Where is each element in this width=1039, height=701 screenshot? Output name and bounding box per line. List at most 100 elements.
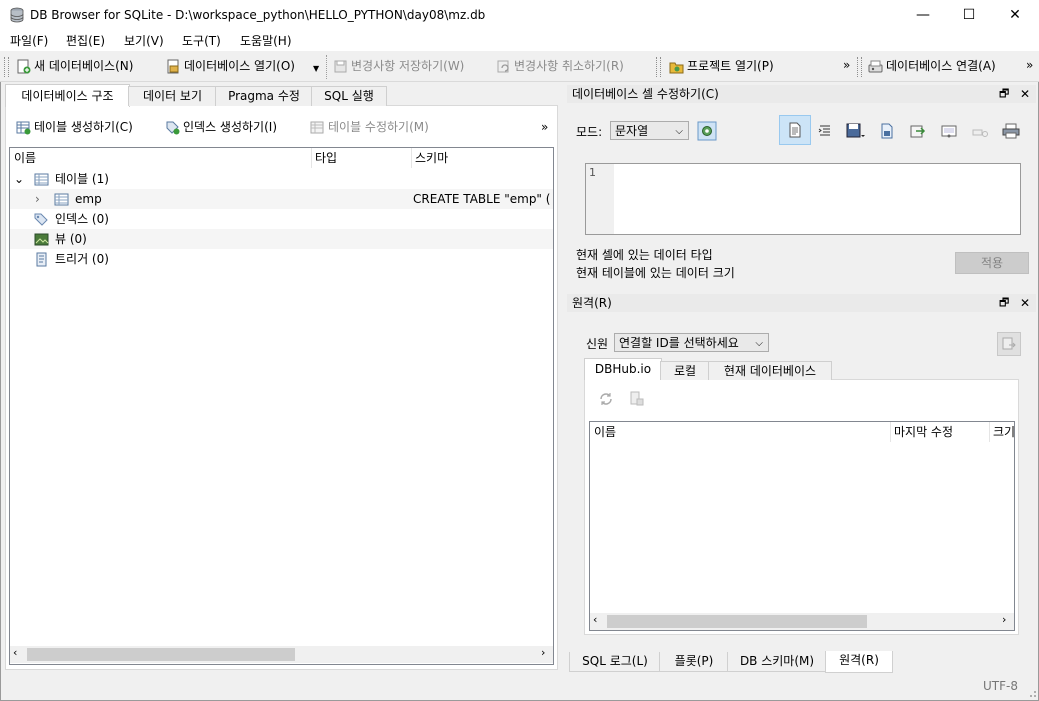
tab-browse-data[interactable]: 데이터 보기 xyxy=(128,86,217,106)
scrollbar-thumb[interactable] xyxy=(27,648,295,661)
apply-button[interactable]: 적용 xyxy=(955,252,1029,274)
open-database-label: 데이터베이스 열기(O) xyxy=(184,59,295,73)
mode-select-value: 문자열 xyxy=(615,124,649,138)
tree-row-indices[interactable]: 인덱스 (0) xyxy=(10,209,553,229)
menu-help[interactable]: 도움말(H) xyxy=(232,32,300,50)
tree-row-views[interactable]: 뷰 (0) xyxy=(10,229,553,249)
expand-arrow-icon[interactable]: › xyxy=(35,189,40,209)
modify-table-icon xyxy=(310,121,324,133)
image-icon xyxy=(941,125,957,138)
column-header-size[interactable]: 크기 xyxy=(989,422,1014,442)
structure-toolbar-overflow[interactable]: » xyxy=(541,120,548,134)
scrollbar-thumb[interactable] xyxy=(607,615,867,628)
import-button[interactable] xyxy=(845,120,867,142)
tree-label-indices: 인덱스 (0) xyxy=(55,212,109,226)
column-header-last-modified[interactable]: 마지막 수정 xyxy=(890,422,990,442)
clear-button[interactable] xyxy=(969,120,991,142)
tree-label-tables: 테이블 (1) xyxy=(55,172,109,186)
close-dock-icon[interactable]: ✕ xyxy=(1020,85,1030,103)
tables-icon xyxy=(34,173,49,186)
tab-local[interactable]: 로컬 xyxy=(660,361,710,380)
create-index-label: 인덱스 생성하기(I) xyxy=(183,120,277,134)
open-project-button[interactable]: 프로젝트 열기(P) xyxy=(669,56,774,76)
create-table-label: 테이블 생성하기(C) xyxy=(34,120,133,134)
identity-select[interactable]: 연결할 ID를 선택하세요 ⌵ xyxy=(614,333,769,352)
collapse-arrow-icon[interactable]: ⌄ xyxy=(14,169,24,189)
open-project-label: 프로젝트 열기(P) xyxy=(687,59,774,73)
tab-current-database[interactable]: 현재 데이터베이스 xyxy=(708,361,832,380)
scroll-right-icon[interactable]: › xyxy=(1002,613,1006,626)
column-header-type[interactable]: 타입 xyxy=(311,148,412,168)
toolbar-grip[interactable] xyxy=(656,57,661,77)
menu-view[interactable]: 보기(V) xyxy=(116,32,172,50)
horizontal-scrollbar[interactable]: ‹ › xyxy=(10,646,553,663)
open-file-button[interactable] xyxy=(876,120,898,142)
menu-tools[interactable]: 도구(T) xyxy=(174,32,229,50)
tab-remote[interactable]: 원격(R) xyxy=(825,651,893,673)
database-app-icon xyxy=(10,7,24,23)
set-null-button[interactable] xyxy=(938,120,960,142)
tab-db-schema[interactable]: DB 스키마(M) xyxy=(727,652,827,672)
float-dock-icon[interactable]: 🗗 xyxy=(999,294,1009,312)
scroll-left-icon[interactable]: ‹ xyxy=(593,613,597,626)
open-database-button[interactable]: 데이터베이스 열기(O) xyxy=(166,56,295,76)
word-wrap-button[interactable] xyxy=(779,115,811,145)
refresh-icon[interactable] xyxy=(597,390,615,408)
close-dock-icon[interactable]: ✕ xyxy=(1020,294,1030,312)
tab-edit-pragmas[interactable]: Pragma 수정 xyxy=(215,86,313,106)
title-bar: DB Browser for SQLite - D:\workspace_pyt… xyxy=(0,0,1039,31)
remote-file-list[interactable]: 이름 마지막 수정 크기 ‹ › xyxy=(589,421,1015,631)
cell-editor[interactable]: 1 xyxy=(585,163,1021,235)
column-header-name[interactable]: 이름 xyxy=(10,148,312,168)
mode-select[interactable]: 문자열 ⌵ xyxy=(610,121,689,140)
toolbar-grip[interactable] xyxy=(4,57,9,77)
menu-file[interactable]: 파일(F) xyxy=(2,32,56,50)
tab-sql-log[interactable]: SQL 로그(L) xyxy=(569,652,661,672)
toolbar-separator xyxy=(326,55,328,79)
resize-grip-icon[interactable] xyxy=(1025,686,1037,698)
tab-dbhub[interactable]: DBHub.io xyxy=(584,358,662,380)
modify-table-button[interactable]: 테이블 수정하기(M) xyxy=(310,117,429,137)
revert-changes-button[interactable]: 변경사항 취소하기(R) xyxy=(496,56,624,76)
column-header-name[interactable]: 이름 xyxy=(590,422,891,442)
export-button[interactable] xyxy=(907,120,929,142)
tree-row-triggers[interactable]: 트리거 (0) xyxy=(10,249,553,269)
create-index-button[interactable]: 인덱스 생성하기(I) xyxy=(165,117,277,137)
clone-database-icon[interactable] xyxy=(628,390,646,408)
create-table-button[interactable]: 테이블 생성하기(C) xyxy=(16,117,133,137)
indent-icon xyxy=(818,125,830,136)
data-size-info: 현재 테이블에 있는 데이터 크기 xyxy=(576,266,735,280)
print-button[interactable] xyxy=(1000,120,1022,142)
edit-cell-dock-header: 데이터베이스 셀 수정하기(C) 🗗 ✕ xyxy=(567,85,1036,103)
auto-format-button[interactable] xyxy=(696,120,718,142)
tree-row-emp[interactable]: › emp CREATE TABLE "emp" ( xyxy=(10,189,553,209)
tree-schema-emp: CREATE TABLE "emp" ( xyxy=(413,192,551,206)
toolbar-overflow-2[interactable]: » xyxy=(1026,58,1033,72)
close-button[interactable]: ✕ xyxy=(992,0,1038,31)
table-icon xyxy=(54,193,69,206)
open-project-icon xyxy=(669,62,684,73)
menu-bar: 파일(F) 편집(E) 보기(V) 도구(T) 도움말(H) xyxy=(0,31,1039,51)
maximize-button[interactable]: ☐ xyxy=(946,0,992,31)
scroll-right-icon[interactable]: › xyxy=(541,646,545,659)
tab-execute-sql[interactable]: SQL 실행 xyxy=(311,86,387,106)
remote-action-button[interactable] xyxy=(997,332,1021,356)
schema-tree[interactable]: 이름 타입 스키마 ⌄ 테이블 (1) › emp CREATE TABLE "… xyxy=(9,147,554,665)
tab-database-structure[interactable]: 데이터베이스 구조 xyxy=(5,84,130,107)
scroll-left-icon[interactable]: ‹ xyxy=(13,646,17,659)
open-database-dropdown-icon[interactable]: ▼ xyxy=(313,64,319,73)
indent-button[interactable] xyxy=(814,120,836,142)
toolbar-overflow-1[interactable]: » xyxy=(843,58,850,72)
tree-row-tables[interactable]: ⌄ 테이블 (1) xyxy=(10,169,553,189)
column-header-schema[interactable]: 스키마 xyxy=(411,148,553,168)
minimize-button[interactable]: — xyxy=(900,0,946,31)
float-dock-icon[interactable]: 🗗 xyxy=(999,85,1009,103)
view-icon xyxy=(34,233,49,246)
horizontal-scrollbar[interactable]: ‹ › xyxy=(590,613,1014,630)
attach-database-button[interactable]: 데이터베이스 연결(A) xyxy=(868,56,996,76)
menu-edit[interactable]: 편집(E) xyxy=(58,32,113,50)
toolbar-grip[interactable] xyxy=(857,57,862,77)
new-database-button[interactable]: 새 데이터베이스(N) xyxy=(16,56,133,76)
tab-plot[interactable]: 플롯(P) xyxy=(659,652,729,672)
write-changes-button[interactable]: 변경사항 저장하기(W) xyxy=(333,56,464,76)
